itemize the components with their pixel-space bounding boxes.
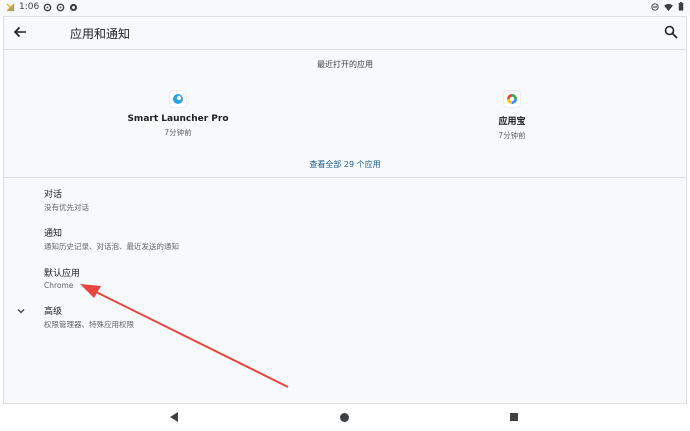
annotation-arrow [80,284,289,388]
nav-back-icon[interactable] [170,412,179,422]
nav-recents-icon[interactable] [510,413,518,421]
nav-home-icon[interactable] [340,413,349,422]
navigation-bar [0,404,690,431]
